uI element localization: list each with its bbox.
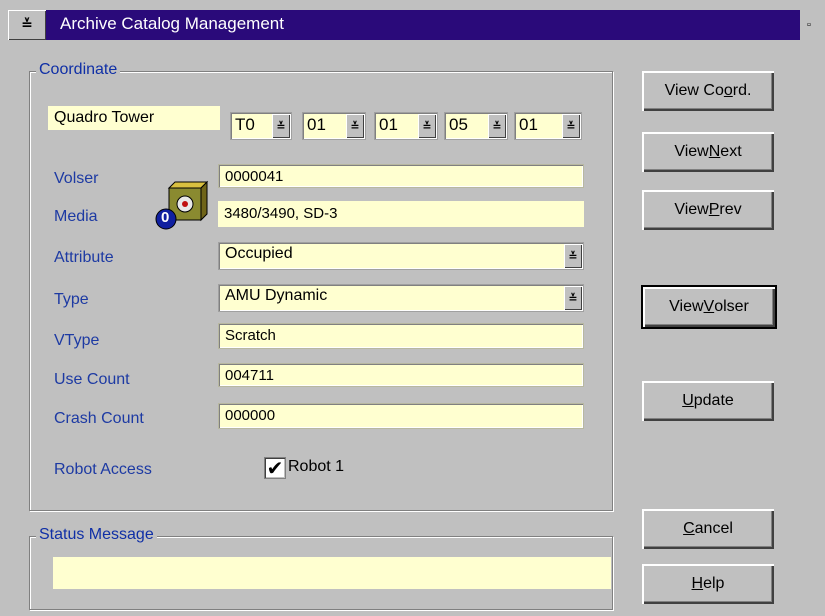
update-mnemonic: U bbox=[682, 392, 694, 409]
view-coord-mnemonic: o bbox=[723, 82, 733, 99]
view-prev-post: rev bbox=[719, 201, 742, 218]
chevron-down-icon[interactable]: ≚ bbox=[418, 114, 436, 138]
type-label: Type bbox=[54, 291, 89, 308]
view-volser-post: olser bbox=[714, 298, 749, 315]
coord-combo-3-value: 05 bbox=[449, 115, 468, 134]
tower-combo[interactable]: T0 ≚ bbox=[230, 112, 292, 140]
window-title: Archive Catalog Management bbox=[60, 14, 284, 33]
coord-combo-2[interactable]: 01 ≚ bbox=[374, 112, 438, 140]
view-next-button[interactable]: View Next bbox=[642, 132, 774, 172]
media-field: 3480/3490, SD-3 bbox=[218, 201, 584, 227]
chevron-down-icon[interactable]: ≚ bbox=[272, 114, 290, 138]
attribute-label: Attribute bbox=[54, 249, 114, 266]
chevron-down-icon[interactable]: ≚ bbox=[488, 114, 506, 138]
chevron-down-icon[interactable]: ≚ bbox=[564, 286, 582, 310]
view-next-pre: View bbox=[674, 143, 709, 160]
cancel-button[interactable]: Cancel bbox=[642, 509, 774, 549]
type-select-value: AMU Dynamic bbox=[225, 287, 328, 304]
media-badge-number: 0 bbox=[161, 209, 170, 226]
title-bar[interactable]: ≚ Archive Catalog Management ▫ bbox=[8, 10, 818, 40]
crash-count-field[interactable]: 000000 bbox=[218, 403, 584, 429]
cancel-mnemonic: C bbox=[683, 520, 695, 537]
coord-combo-4-value: 01 bbox=[519, 115, 538, 134]
tape-cartridge-icon: 0 bbox=[155, 180, 211, 232]
view-prev-button[interactable]: View Prev bbox=[642, 190, 774, 230]
use-count-field[interactable]: 004711 bbox=[218, 363, 584, 387]
view-volser-pre: View bbox=[669, 298, 704, 315]
vtype-field[interactable]: Scratch bbox=[218, 323, 584, 349]
coord-combo-2-value: 01 bbox=[379, 115, 398, 134]
coord-combo-1-value: 01 bbox=[307, 115, 326, 134]
coord-combo-4[interactable]: 01 ≚ bbox=[514, 112, 582, 140]
type-select[interactable]: AMU Dynamic ≚ bbox=[218, 284, 584, 312]
view-volser-button[interactable]: View Volser bbox=[641, 285, 777, 329]
status-group-label: Status Message bbox=[36, 526, 157, 544]
volser-label: Volser bbox=[54, 170, 99, 187]
chevron-down-icon[interactable]: ≚ bbox=[346, 114, 364, 138]
tower-combo-value: T0 bbox=[235, 115, 255, 134]
coordinate-group-label: Coordinate bbox=[36, 61, 121, 79]
update-post: pdate bbox=[693, 392, 734, 409]
view-coord-post: rd. bbox=[732, 82, 752, 99]
view-coord-button[interactable]: View Co o rd. bbox=[642, 71, 774, 111]
system-menu-glyph: ≚ bbox=[21, 17, 33, 33]
view-next-mnemonic: N bbox=[708, 143, 721, 160]
robot-1-checkbox[interactable]: ✔ bbox=[264, 457, 286, 479]
volser-field[interactable]: 0000041 bbox=[218, 164, 584, 188]
crash-count-label: Crash Count bbox=[54, 410, 144, 427]
chevron-down-icon[interactable]: ≚ bbox=[564, 244, 582, 268]
coord-combo-1[interactable]: 01 ≚ bbox=[302, 112, 366, 140]
cancel-post: ancel bbox=[694, 520, 733, 537]
view-next-post: ext bbox=[720, 143, 742, 160]
update-button[interactable]: Update bbox=[642, 381, 774, 421]
attribute-select[interactable]: Occupied ≚ bbox=[218, 242, 584, 270]
help-button[interactable]: Help bbox=[642, 564, 774, 604]
system-menu-icon[interactable]: ≚ bbox=[8, 10, 46, 40]
view-coord-pre: View Co bbox=[664, 82, 724, 99]
restore-glyph: ▫ bbox=[807, 19, 811, 31]
view-prev-mnemonic: P bbox=[708, 201, 720, 218]
status-message-field bbox=[53, 557, 611, 589]
robot-access-label: Robot Access bbox=[54, 461, 152, 478]
restore-icon[interactable]: ▫ bbox=[800, 10, 818, 40]
media-label: Media bbox=[54, 208, 98, 225]
tower-name: Quadro Tower bbox=[48, 106, 220, 130]
archive-catalog-window: ≚ Archive Catalog Management ▫ Coordinat… bbox=[0, 0, 825, 616]
use-count-label: Use Count bbox=[54, 371, 130, 388]
view-prev-pre: View bbox=[674, 201, 709, 218]
view-volser-mnemonic: V bbox=[703, 298, 715, 315]
help-post: elp bbox=[703, 575, 725, 592]
chevron-down-icon[interactable]: ≚ bbox=[562, 114, 580, 138]
robot-1-label: Robot 1 bbox=[288, 458, 345, 475]
vtype-label: VType bbox=[54, 332, 100, 349]
coord-combo-3[interactable]: 05 ≚ bbox=[444, 112, 508, 140]
help-mnemonic: H bbox=[691, 575, 704, 592]
attribute-select-value: Occupied bbox=[225, 245, 293, 262]
